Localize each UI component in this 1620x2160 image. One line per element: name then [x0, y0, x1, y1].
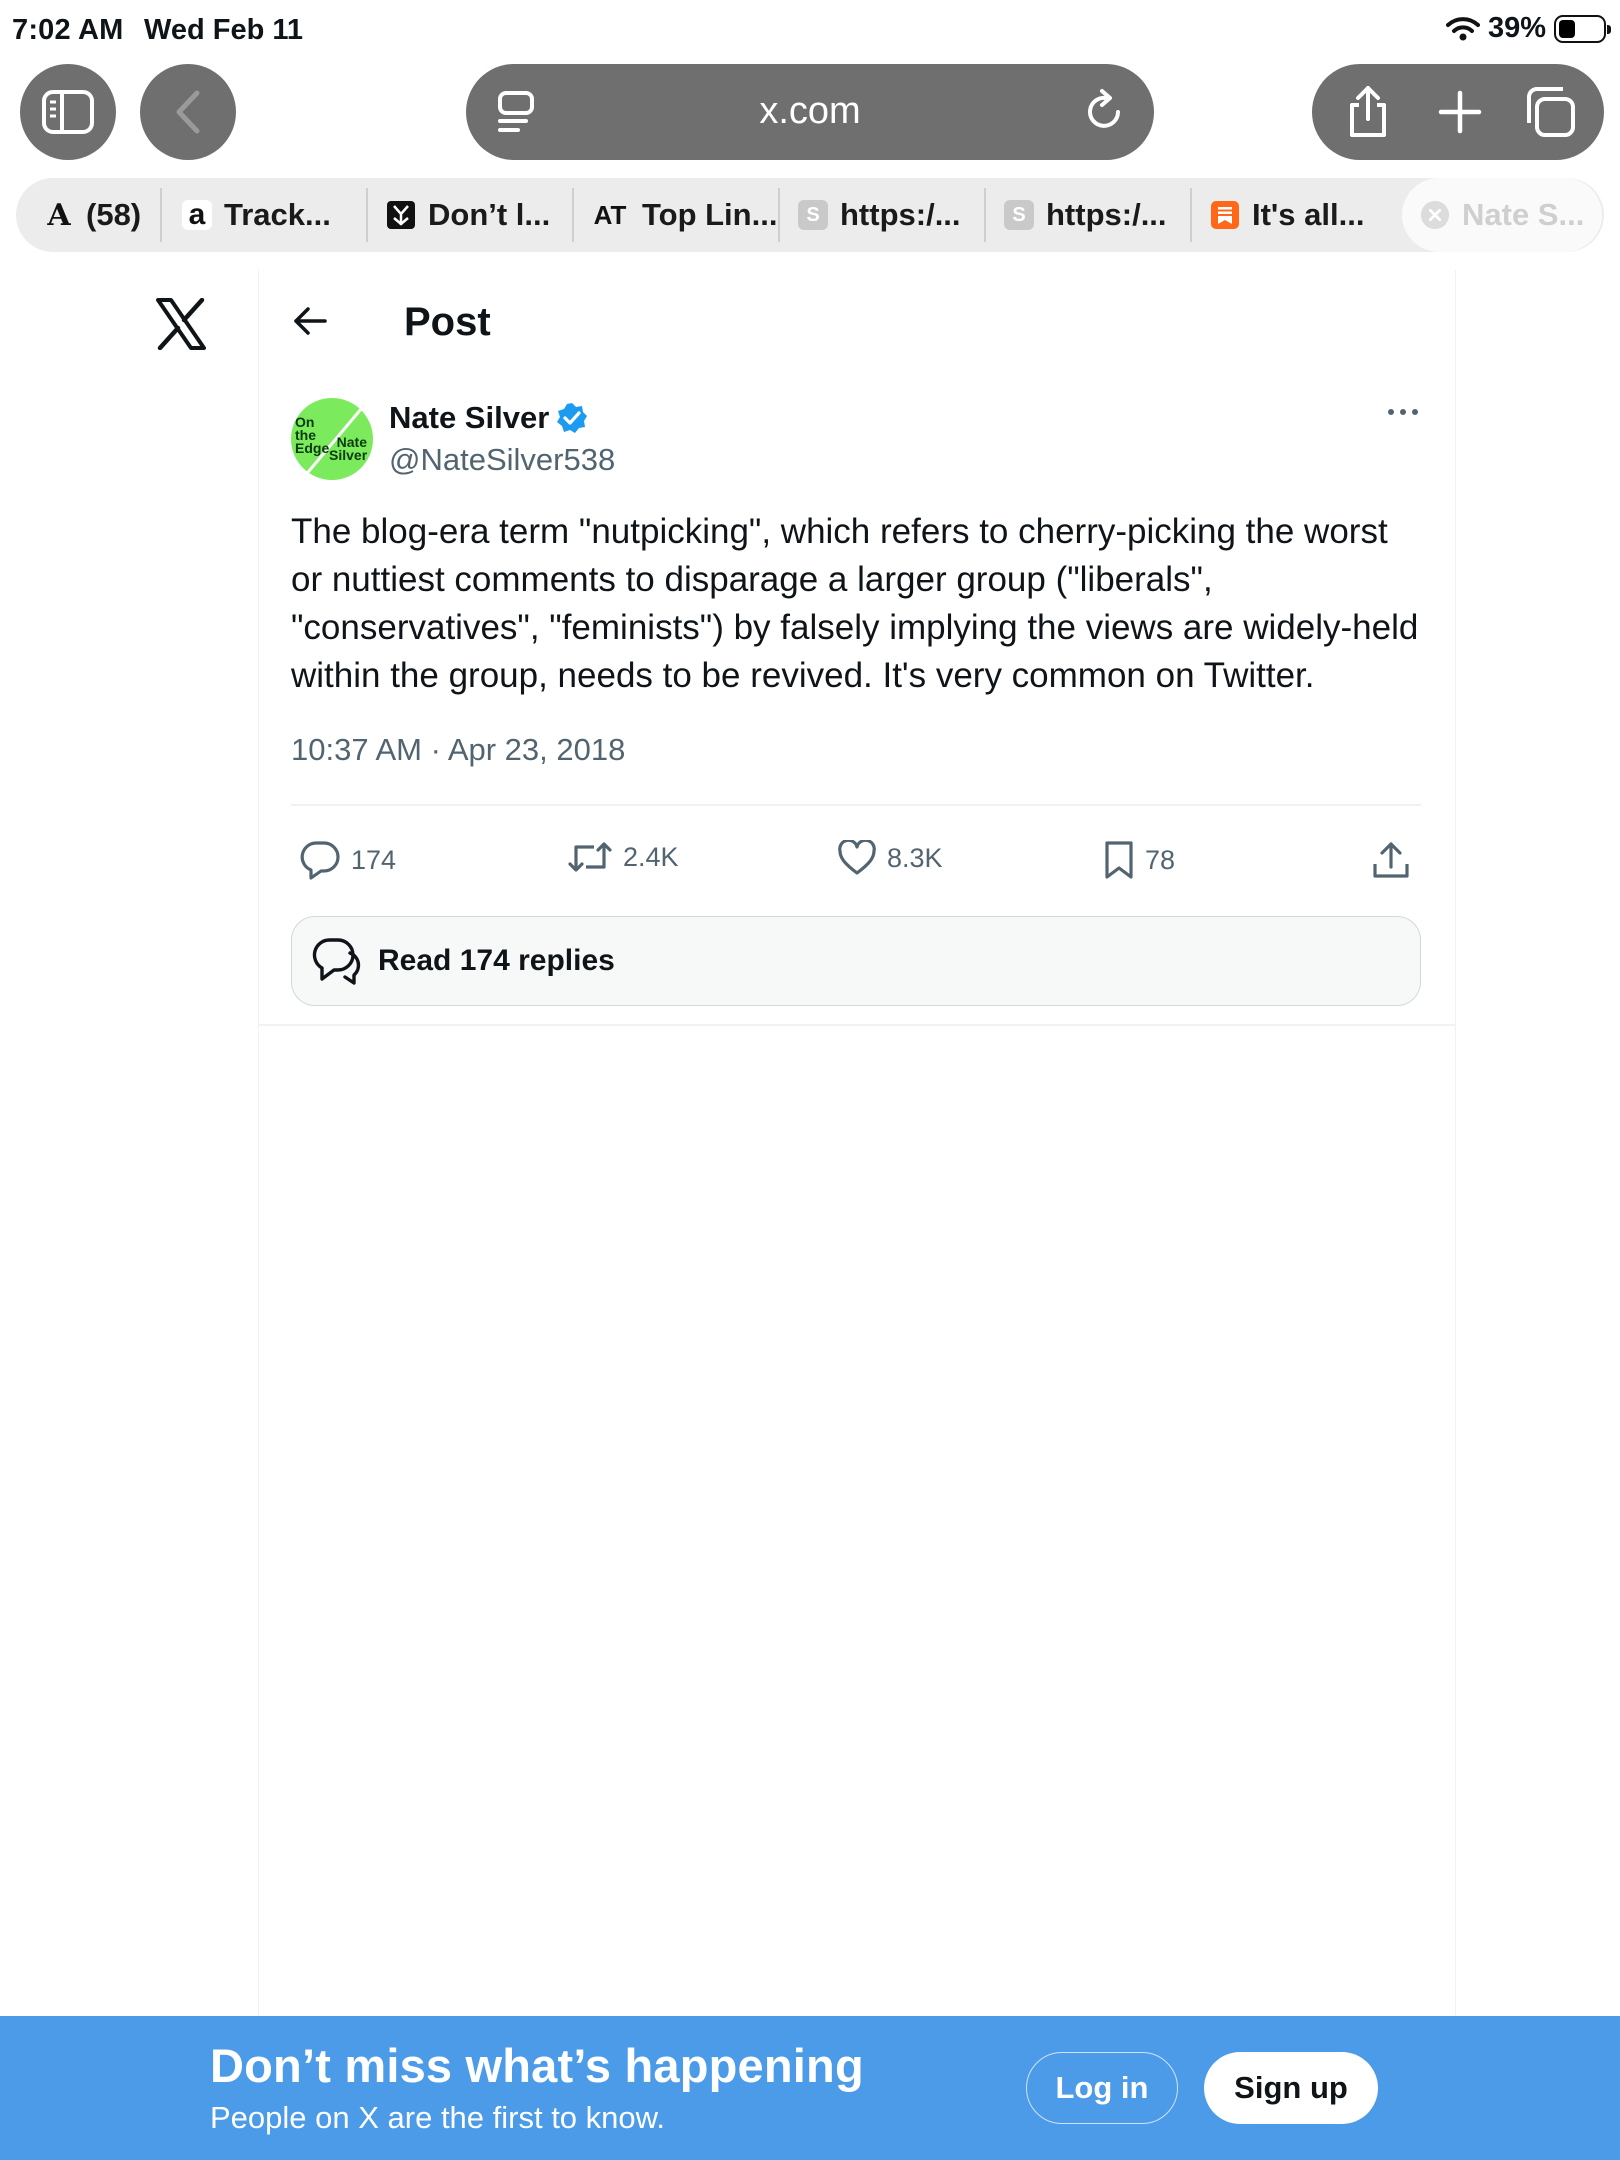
- tab-label: Top Lin...: [642, 197, 778, 232]
- status-time: 7:02 AM: [12, 14, 124, 46]
- heart-icon: [838, 840, 876, 875]
- tab-label: https:/...: [840, 197, 961, 232]
- author-handle[interactable]: @NateSilver538: [389, 442, 615, 478]
- bookmark-count: 78: [1145, 844, 1176, 875]
- status-right: 39%: [1445, 12, 1611, 45]
- speech-bubbles-icon: [312, 938, 361, 985]
- tab-label: Track...: [224, 197, 331, 232]
- tab-its-all[interactable]: It's all...: [1210, 178, 1400, 252]
- divider: [259, 1024, 1455, 1026]
- repost-count: 2.4K: [623, 841, 679, 872]
- reply-count: 174: [351, 844, 397, 875]
- tab-label: Nate S...: [1462, 197, 1585, 232]
- verified-badge-icon: [557, 403, 588, 433]
- post-header: Post: [259, 270, 1455, 378]
- address-bar[interactable]: x.com: [466, 64, 1154, 160]
- tab-nate-silver-active[interactable]: Nate S...: [1402, 178, 1602, 252]
- avatar[interactable]: On the Edge Nate Silver: [291, 398, 373, 480]
- read-replies-button[interactable]: Read 174 replies: [291, 916, 1421, 1006]
- banner-headline: Don’t miss what’s happening: [210, 2039, 864, 2092]
- tab-label: https:/...: [1046, 197, 1167, 232]
- share-button[interactable]: [1338, 82, 1398, 142]
- bookmark-icon: [1105, 841, 1133, 879]
- s-letter-icon: S: [1004, 200, 1034, 230]
- chevron-left-icon: [176, 90, 200, 134]
- browser-back-button[interactable]: [140, 64, 236, 160]
- url-domain: x.com: [759, 90, 861, 132]
- main-column: Post On the Edge Nate Silver Nate Silver…: [258, 270, 1456, 2020]
- banner-subtext: People on X are the first to know.: [210, 2100, 665, 2135]
- sidebar-icon: [42, 90, 94, 134]
- plus-icon: [1438, 90, 1482, 134]
- tab-label: Don’t l...: [428, 197, 551, 232]
- author-block: Nate Silver @NateSilver538: [389, 400, 615, 478]
- tab-amazon[interactable]: a Track...: [182, 178, 372, 252]
- repost-button[interactable]: 2.4K: [567, 840, 679, 874]
- tab-overview-button[interactable]: [1520, 82, 1580, 142]
- reply-button[interactable]: 174: [299, 840, 396, 880]
- share-post-button[interactable]: [1371, 840, 1411, 880]
- divider: [291, 804, 1421, 806]
- page-title: Post: [404, 300, 491, 344]
- signup-banner: Don’t miss what’s happening People on X …: [0, 2016, 1620, 2160]
- s-letter-icon: S: [798, 200, 828, 230]
- tweet-actions: 174 2.4K 8.3K 78: [291, 830, 1421, 900]
- read-replies-label: Read 174 replies: [378, 944, 615, 977]
- signup-button[interactable]: Sign up: [1204, 2052, 1378, 2124]
- status-bar: 7:02 AM Wed Feb 11 39%: [0, 0, 1620, 64]
- x-logo-icon[interactable]: [156, 298, 206, 350]
- close-icon[interactable]: [1420, 200, 1450, 230]
- like-count: 8.3K: [887, 842, 943, 873]
- sidebar-toggle-button[interactable]: [20, 64, 116, 160]
- author-name[interactable]: Nate Silver: [389, 400, 549, 436]
- browser-actions: [1312, 64, 1604, 160]
- shield-logo-icon: [386, 200, 416, 230]
- tab-top-lin[interactable]: AT Top Lin...: [590, 178, 790, 252]
- share-icon: [1350, 86, 1386, 137]
- share-icon: [1373, 842, 1409, 878]
- browser-toolbar: x.com: [0, 64, 1620, 160]
- login-button[interactable]: Log in: [1026, 2052, 1178, 2124]
- repost-icon: [568, 842, 612, 872]
- like-button[interactable]: 8.3K: [837, 840, 943, 876]
- tab-dont[interactable]: Don’t l...: [386, 178, 576, 252]
- nyt-icon: A: [47, 197, 71, 233]
- tabs-icon: [1527, 87, 1575, 137]
- avatar-text-title: On the Edge: [295, 414, 330, 456]
- tab-label: (58): [86, 197, 142, 232]
- new-tab-button[interactable]: [1430, 82, 1490, 142]
- tab-https-1[interactable]: S https:/...: [798, 178, 988, 252]
- reload-icon[interactable]: [1082, 88, 1126, 134]
- wifi-icon: [1445, 16, 1480, 40]
- battery-icon: [1554, 14, 1611, 43]
- tweet-text: The blog-era term "nutpicking", which re…: [291, 512, 1419, 695]
- tab-bar: A (58) a Track... Don’t l... AT Top Lin.…: [16, 178, 1604, 252]
- tab-label: It's all...: [1252, 197, 1365, 232]
- avatar-text-name: Nate Silver: [329, 434, 368, 463]
- amazon-icon: a: [182, 198, 212, 231]
- status-date: Wed Feb 11: [144, 14, 304, 46]
- battery-percent: 39%: [1487, 12, 1546, 44]
- tweet-timestamp[interactable]: 10:37 AM · Apr 23, 2018: [291, 732, 625, 768]
- tab-https-2[interactable]: S https:/...: [1004, 178, 1194, 252]
- at-icon: AT: [593, 199, 627, 230]
- back-arrow-icon[interactable]: [293, 306, 327, 336]
- author-name-row[interactable]: Nate Silver: [389, 400, 615, 436]
- substack-icon: [1210, 200, 1240, 230]
- reply-icon: [300, 841, 340, 880]
- bookmark-button[interactable]: 78: [1103, 840, 1175, 880]
- more-options-icon[interactable]: [1387, 408, 1419, 416]
- tab-nyt[interactable]: A (58): [44, 178, 174, 252]
